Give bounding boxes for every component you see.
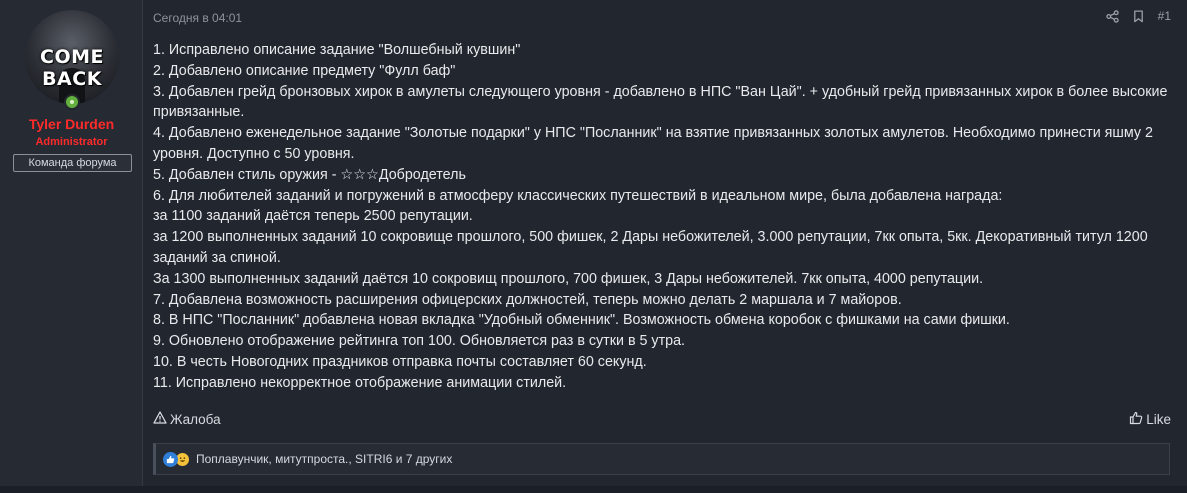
user-title: Administrator bbox=[35, 136, 108, 148]
post-line: за 1200 выполненных заданий 10 сокровище… bbox=[153, 229, 1148, 266]
avatar[interactable]: COME BACK bbox=[25, 10, 119, 104]
avatar-text: COME BACK bbox=[40, 46, 104, 90]
post-line: 7. Добавлена возможность расширения офиц… bbox=[153, 291, 902, 308]
post-line: 9. Обновлено отображение рейтинга топ 10… bbox=[153, 333, 685, 350]
reactions-text[interactable]: Поплавунчик, митутпроста., SITRI6 и 7 др… bbox=[196, 452, 452, 466]
post-line: За 1300 выполненных заданий даётся 10 со… bbox=[153, 270, 984, 287]
bookmark-icon[interactable] bbox=[1133, 9, 1144, 23]
page-bottom-strip bbox=[0, 486, 1187, 493]
report-label: Жалоба bbox=[170, 411, 221, 427]
share-icon[interactable] bbox=[1105, 9, 1119, 23]
post-line: 10. В честь Новогодних праздников отправ… bbox=[153, 353, 647, 370]
like-label: Like bbox=[1146, 412, 1171, 427]
online-status-icon bbox=[64, 94, 80, 110]
user-banner: Команда форума bbox=[13, 154, 132, 172]
post-number[interactable]: #1 bbox=[1158, 9, 1171, 23]
post-content-panel: Сегодня в 04:01 #1 1. Исправлено описани… bbox=[143, 0, 1187, 486]
forum-post: COME BACK Tyler Durden Administrator Ком… bbox=[0, 0, 1187, 486]
reaction-icons bbox=[163, 451, 190, 467]
like-reaction-icon bbox=[163, 451, 178, 467]
post-date[interactable]: Сегодня в 04:01 bbox=[153, 11, 242, 25]
post-line: 5. Добавлен стиль оружия - ☆☆☆Добродетел… bbox=[153, 166, 466, 183]
reactions-bar[interactable]: Поплавунчик, митутпроста., SITRI6 и 7 др… bbox=[153, 443, 1170, 475]
post-line: 3. Добавлен грейд бронзовых хирок в амул… bbox=[153, 83, 1168, 121]
like-button[interactable]: Like bbox=[1129, 411, 1171, 428]
post-header-actions: #1 bbox=[1105, 9, 1171, 23]
post-line: 2. Добавлено описание предмету "Фулл баф… bbox=[153, 62, 456, 79]
post-body: 1. Исправлено описание задание "Волшебны… bbox=[153, 40, 1173, 394]
report-link[interactable]: Жалоба bbox=[153, 411, 221, 427]
post-line: 1. Исправлено описание задание "Волшебны… bbox=[153, 42, 521, 58]
username[interactable]: Tyler Durden bbox=[0, 116, 143, 132]
post-line: за 1100 заданий даётся теперь 2500 репут… bbox=[153, 208, 473, 225]
post-line: 8. В НПС "Посланник" добавлена новая вкл… bbox=[153, 312, 1010, 329]
post-line: 6. Для любителей заданий и погружений в … bbox=[153, 187, 1003, 204]
post-line: 11. Исправлено некорректное отображение … bbox=[153, 374, 567, 391]
post-line: 4. Добавлено еженедельное задание "Золот… bbox=[153, 125, 1153, 162]
thumbs-up-icon bbox=[1129, 411, 1143, 428]
user-info-panel: COME BACK Tyler Durden Administrator Ком… bbox=[0, 0, 143, 486]
warning-icon bbox=[153, 411, 167, 427]
